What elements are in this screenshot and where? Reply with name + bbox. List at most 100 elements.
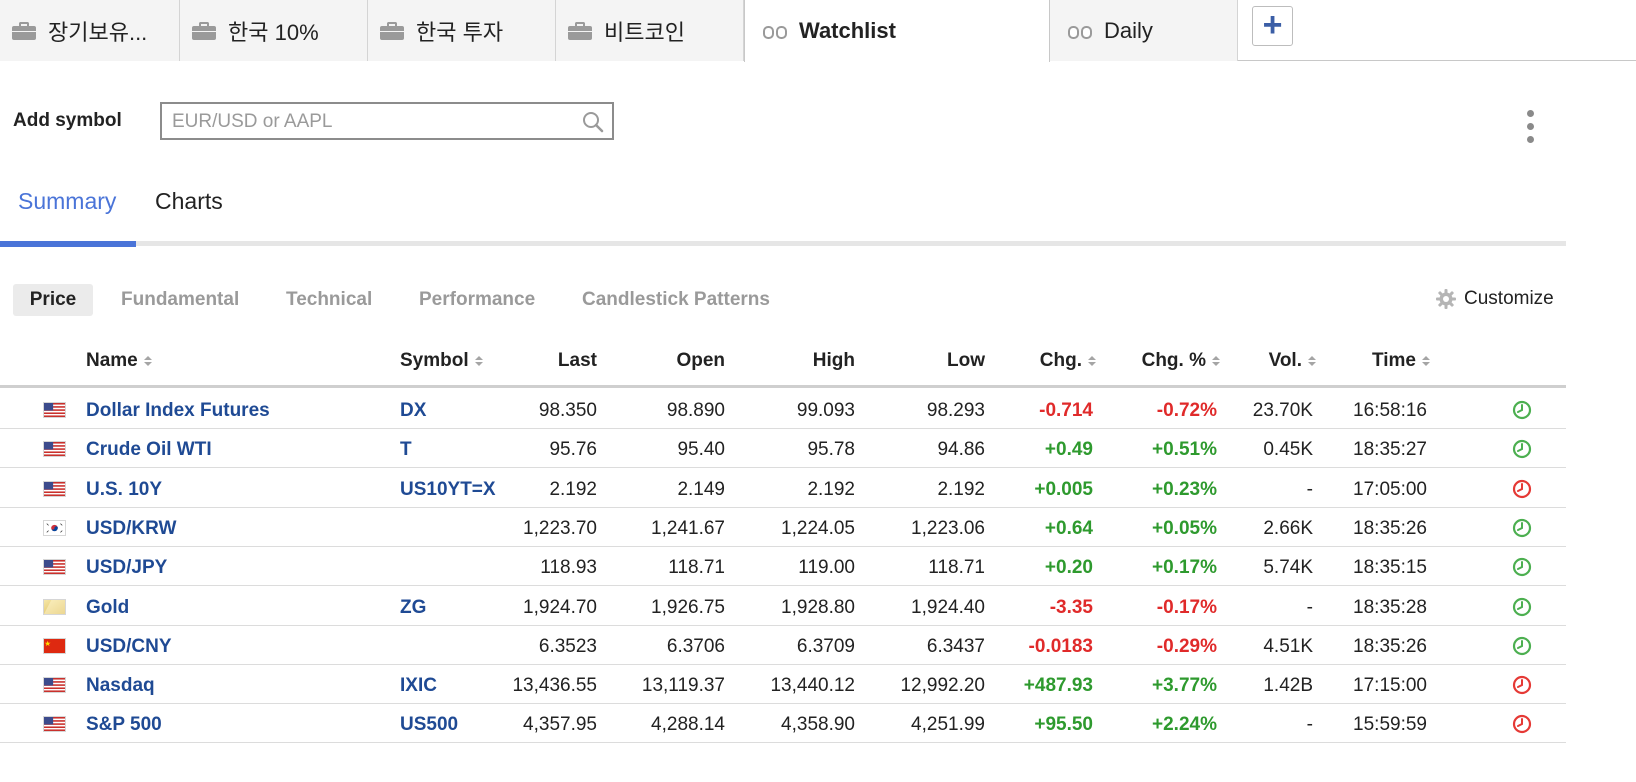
last-update-time: 16:58:16 <box>1353 400 1427 421</box>
us-flag <box>43 559 66 576</box>
portfolio-tab-bar: 장기보유... 한국 10% 한국 투자 비트코인 Watchlist Dail… <box>0 0 1636 62</box>
instrument-symbol-link[interactable]: DX <box>400 400 426 422</box>
binoculars-icon <box>763 22 787 40</box>
subtab-fundamental[interactable]: Fundamental <box>121 284 239 316</box>
instrument-name-link[interactable]: Gold <box>86 597 129 619</box>
column-header-chg[interactable]: Chg. <box>1040 350 1096 372</box>
tab-watchlist[interactable]: Watchlist <box>744 0 1050 62</box>
volume: - <box>1306 478 1313 500</box>
search-icon[interactable] <box>582 111 604 133</box>
tab-summary[interactable]: Summary <box>18 188 116 215</box>
column-header-name[interactable]: Name <box>86 350 152 372</box>
change-value: +0.64 <box>1044 517 1093 539</box>
open-price: 2.149 <box>677 478 725 500</box>
instrument-name-link[interactable]: U.S. 10Y <box>86 479 162 501</box>
instrument-name-link[interactable]: USD/KRW <box>86 518 176 540</box>
add-tab-button[interactable]: + <box>1252 6 1293 46</box>
instrument-symbol-link[interactable]: US10YT=X <box>400 479 496 501</box>
market-closed-clock-icon <box>1512 479 1532 498</box>
column-header-last[interactable]: Last <box>558 350 597 372</box>
table-row[interactable]: Gold ZG 1,924.70 1,926.75 1,928.80 1,924… <box>0 587 1566 626</box>
symbol-search-input[interactable] <box>172 110 572 134</box>
open-price: 98.890 <box>666 400 725 421</box>
change-percent: +3.77% <box>1152 675 1217 697</box>
table-row[interactable]: USD/KRW 1,223.70 1,241.67 1,224.05 1,223… <box>0 508 1566 547</box>
tab-portfolio-2[interactable]: 한국 10% <box>180 0 368 61</box>
market-open-clock-icon <box>1512 400 1532 420</box>
last-update-time: 18:35:27 <box>1353 439 1427 461</box>
table-row[interactable]: Dollar Index Futures DX 98.350 98.890 99… <box>0 390 1566 429</box>
table-row[interactable]: USD/JPY 118.93 118.71 119.00 118.71 +0.2… <box>0 547 1566 587</box>
tab-portfolio-3[interactable]: 한국 투자 <box>368 0 556 61</box>
column-header-chg-pct[interactable]: Chg. % <box>1142 350 1220 372</box>
column-header-high[interactable]: High <box>813 350 855 372</box>
tab-label: 장기보유... <box>48 19 148 45</box>
subtab-technical[interactable]: Technical <box>286 284 372 316</box>
plus-icon: + <box>1262 5 1283 44</box>
sort-icon <box>1308 355 1316 366</box>
low-price: 12,992.20 <box>900 675 985 697</box>
us-flag <box>43 480 66 497</box>
instrument-name-link[interactable]: USD/JPY <box>86 557 167 579</box>
change-value: -3.35 <box>1049 596 1093 618</box>
tab-daily[interactable]: Daily <box>1050 0 1238 61</box>
open-price: 1,241.67 <box>651 517 725 539</box>
last-price: 1,223.70 <box>523 517 597 539</box>
instrument-name-link[interactable]: Crude Oil WTI <box>86 439 212 461</box>
instrument-symbol-link[interactable]: IXIC <box>400 675 437 697</box>
change-percent: -0.72% <box>1156 400 1217 421</box>
instrument-symbol-link[interactable]: ZG <box>400 597 426 619</box>
market-open-clock-icon <box>1512 440 1532 459</box>
volume: 0.45K <box>1263 439 1313 461</box>
open-price: 13,119.37 <box>641 675 725 697</box>
change-value: -0.714 <box>1039 400 1093 421</box>
kr-flag <box>43 519 66 536</box>
sort-icon <box>1422 355 1430 366</box>
instrument-symbol-link[interactable]: T <box>400 439 412 461</box>
high-price: 99.093 <box>796 400 855 421</box>
low-price: 1,924.40 <box>911 596 985 618</box>
customize-button[interactable]: Customize <box>1436 288 1554 310</box>
market-open-clock-icon <box>1512 558 1532 577</box>
instrument-name-link[interactable]: Nasdaq <box>86 675 155 697</box>
high-price: 119.00 <box>798 557 855 579</box>
tab-charts[interactable]: Charts <box>155 188 223 215</box>
table-row[interactable]: Crude Oil WTI T 95.76 95.40 95.78 94.86 … <box>0 429 1566 469</box>
symbol-search-box[interactable] <box>160 102 614 140</box>
table-row[interactable]: U.S. 10Y US10YT=X 2.192 2.149 2.192 2.19… <box>0 469 1566 508</box>
table-row[interactable]: Nasdaq IXIC 13,436.55 13,119.37 13,440.1… <box>0 665 1566 705</box>
last-price: 2.192 <box>549 478 597 500</box>
last-price: 95.76 <box>549 439 597 461</box>
column-header-time[interactable]: Time <box>1372 350 1430 372</box>
table-row[interactable]: S&P 500 US500 4,357.95 4,288.14 4,358.90… <box>0 704 1566 744</box>
change-percent: -0.29% <box>1156 635 1217 657</box>
subtab-performance[interactable]: Performance <box>419 284 535 316</box>
instrument-name-link[interactable]: S&P 500 <box>86 714 162 736</box>
subtab-candlestick-patterns[interactable]: Candlestick Patterns <box>582 284 770 316</box>
briefcase-icon <box>380 21 404 40</box>
change-percent: -0.17% <box>1156 596 1217 618</box>
add-symbol-label: Add symbol <box>13 110 122 131</box>
column-header-low[interactable]: Low <box>947 350 985 372</box>
column-header-open[interactable]: Open <box>676 350 725 372</box>
tab-portfolio-4[interactable]: 비트코인 <box>556 0 744 61</box>
change-percent: +0.17% <box>1152 557 1217 579</box>
table-row[interactable]: USD/CNY 6.3523 6.3706 6.3709 6.3437 -0.0… <box>0 626 1566 665</box>
high-price: 95.78 <box>807 439 855 461</box>
high-price: 13,440.12 <box>770 675 855 697</box>
column-header-symbol[interactable]: Symbol <box>400 350 483 372</box>
tab-portfolio-1[interactable]: 장기보유... <box>0 0 180 61</box>
instrument-symbol-link[interactable]: US500 <box>400 714 458 736</box>
last-update-time: 18:35:15 <box>1353 557 1427 579</box>
last-update-time: 17:15:00 <box>1353 675 1427 697</box>
low-price: 4,251.99 <box>911 714 985 736</box>
instrument-name-link[interactable]: Dollar Index Futures <box>86 400 270 422</box>
volume: - <box>1306 596 1313 618</box>
active-tab-indicator <box>0 241 136 247</box>
us-flag <box>43 677 66 694</box>
instrument-name-link[interactable]: USD/CNY <box>86 636 172 658</box>
more-options-icon[interactable] <box>1520 110 1540 150</box>
subtab-price[interactable]: Price <box>13 284 93 316</box>
change-percent: +0.51% <box>1152 439 1217 461</box>
column-header-vol[interactable]: Vol. <box>1269 350 1316 372</box>
